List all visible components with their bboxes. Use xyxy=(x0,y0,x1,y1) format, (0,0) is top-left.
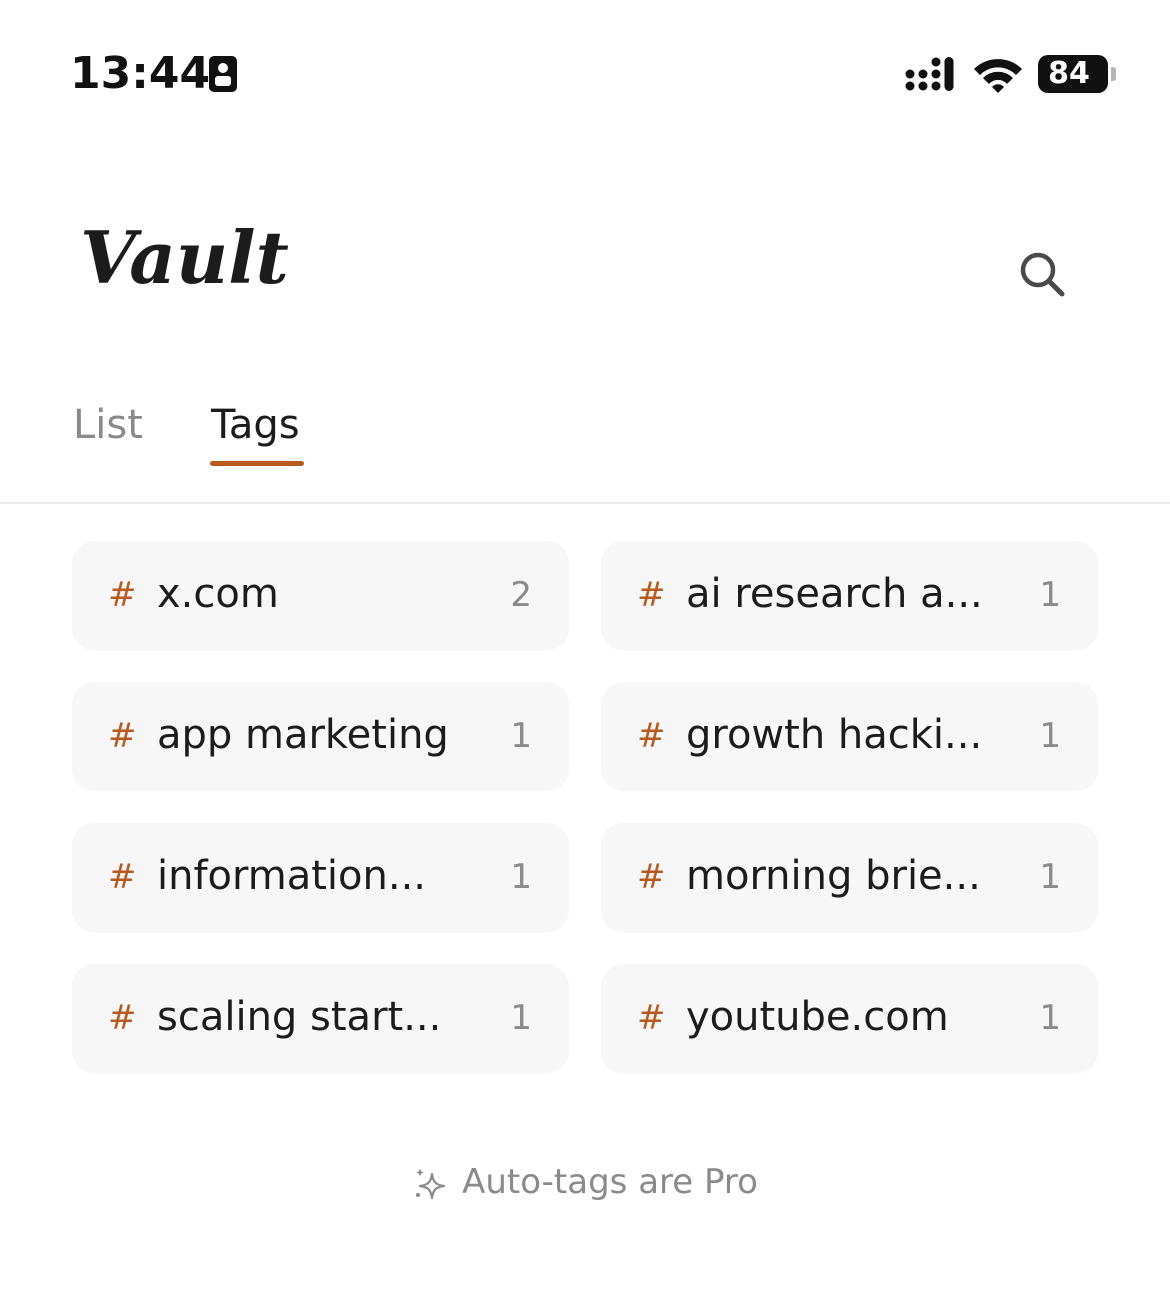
page-title: Vault xyxy=(80,215,289,300)
active-tab-indicator xyxy=(210,461,304,466)
tag-chip[interactable]: # growth hacki... 1 xyxy=(601,682,1098,791)
tag-name: growth hacki... xyxy=(686,712,983,758)
tag-chip[interactable]: # youtube.com 1 xyxy=(601,964,1098,1073)
search-icon xyxy=(1020,252,1065,297)
tab-list[interactable]: List xyxy=(73,402,143,448)
hash-icon: # xyxy=(637,998,666,1038)
tag-name: morning brie... xyxy=(686,853,981,899)
tag-count: 1 xyxy=(510,857,532,897)
battery-cap xyxy=(1111,67,1116,81)
tag-count: 1 xyxy=(1039,716,1061,756)
tag-chip[interactable]: # morning brie... 1 xyxy=(601,823,1098,932)
cellular-signal-icon xyxy=(905,57,954,91)
battery-level: 84 xyxy=(1048,56,1090,91)
tag-name: x.com xyxy=(157,571,279,617)
tag-name: ai research a... xyxy=(686,571,983,617)
tag-chip[interactable]: # ai research a... 1 xyxy=(601,541,1098,650)
pro-note-text: Auto-tags are Pro xyxy=(462,1162,758,1202)
hash-icon: # xyxy=(108,716,137,756)
tag-grid: # x.com 2 # ai research a... 1 # app mar… xyxy=(72,541,1098,1073)
tag-chip[interactable]: # x.com 2 xyxy=(72,541,569,650)
tag-name: information... xyxy=(157,853,427,899)
tag-name: app marketing xyxy=(157,712,449,758)
tag-name: scaling start... xyxy=(157,994,442,1040)
tag-count: 1 xyxy=(1039,998,1061,1038)
hash-icon: # xyxy=(637,575,666,615)
tab-tags[interactable]: Tags xyxy=(211,402,300,448)
person-badge-icon xyxy=(209,56,237,92)
status-time: 13:44 xyxy=(70,48,211,99)
wifi-icon xyxy=(974,59,1022,93)
tag-name: youtube.com xyxy=(686,994,949,1040)
tag-chip[interactable]: # information... 1 xyxy=(72,823,569,932)
tag-count: 1 xyxy=(1039,575,1061,615)
battery-indicator: 84 xyxy=(1038,53,1118,95)
search-button[interactable] xyxy=(1012,244,1072,304)
hash-icon: # xyxy=(108,575,137,615)
tag-count: 2 xyxy=(510,575,532,615)
tag-count: 1 xyxy=(510,716,532,756)
auto-tags-pro-link[interactable]: Auto-tags are Pro xyxy=(0,1162,1170,1202)
hash-icon: # xyxy=(637,716,666,756)
sparkle-icon xyxy=(416,1168,446,1200)
tag-chip[interactable]: # app marketing 1 xyxy=(72,682,569,791)
hash-icon: # xyxy=(108,857,137,897)
tag-count: 1 xyxy=(1039,857,1061,897)
tag-count: 1 xyxy=(510,998,532,1038)
tag-chip[interactable]: # scaling start... 1 xyxy=(72,964,569,1073)
hash-icon: # xyxy=(637,857,666,897)
tab-bar: List Tags xyxy=(0,380,1170,504)
pro-note-content: Auto-tags are Pro xyxy=(412,1162,758,1202)
status-bar: 13:44 84 xyxy=(0,0,1170,150)
hash-icon: # xyxy=(108,998,137,1038)
